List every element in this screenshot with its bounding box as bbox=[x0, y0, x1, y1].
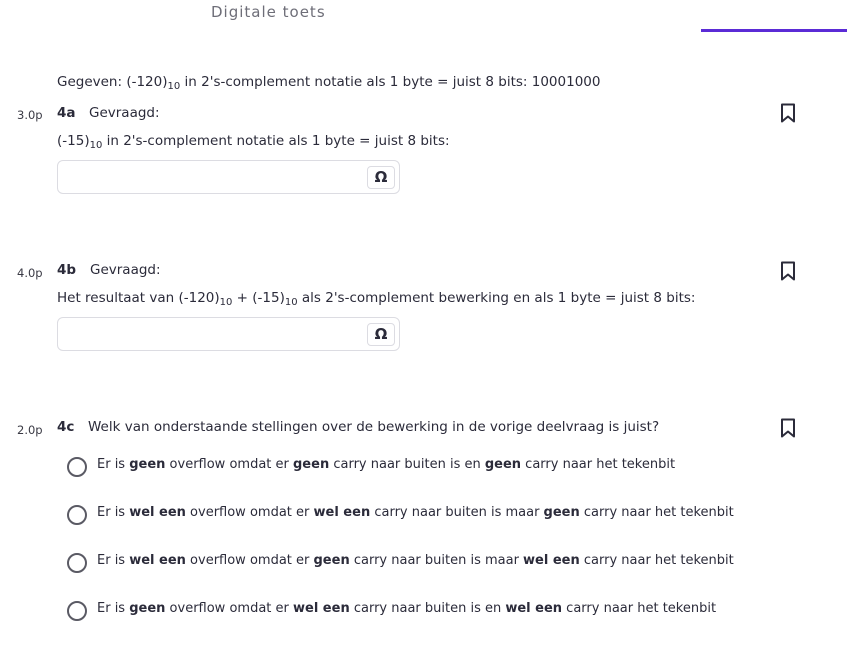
given-statement: Gegeven: (-120)10 in 2's-complement nota… bbox=[57, 74, 600, 92]
question-4a-text: (-15)10 in 2's-complement notatie als 1 … bbox=[57, 133, 450, 151]
question-4b-text-part3: als 2's-complement bewerking en als 1 by… bbox=[297, 290, 696, 306]
question-4b-number: 4b bbox=[57, 262, 77, 278]
option-text: carry naar buiten is en bbox=[329, 457, 485, 472]
option-text: Er is bbox=[97, 553, 130, 568]
answer-option-label: Er is wel een overflow omdat er geen car… bbox=[97, 553, 734, 568]
option-text: overflow omdat er bbox=[185, 505, 314, 520]
question-4b-heading: Gevraagd: bbox=[90, 262, 161, 278]
page-title: Digitale toets bbox=[211, 3, 326, 21]
option-text: overflow omdat er bbox=[165, 601, 293, 616]
given-suffix: in 2's-complement notatie als 1 byte = j… bbox=[180, 74, 601, 90]
option-text: carry naar het tekenbit bbox=[521, 457, 676, 472]
special-characters-button[interactable]: Ω bbox=[367, 323, 395, 346]
question-4b-text-subscript2: 10 bbox=[284, 297, 298, 308]
emphasized-text: geen bbox=[129, 457, 166, 472]
option-text: carry naar buiten is en bbox=[349, 601, 506, 616]
option-text: Er is bbox=[97, 601, 130, 616]
question-4a-heading: Gevraagd: bbox=[89, 105, 160, 121]
question-4a-text-suffix: in 2's-complement notatie als 1 byte = j… bbox=[102, 133, 450, 149]
special-characters-button[interactable]: Ω bbox=[367, 166, 395, 189]
bookmark-icon[interactable] bbox=[780, 103, 796, 123]
emphasized-text: geen bbox=[484, 457, 522, 472]
emphasized-text: wel een bbox=[523, 553, 580, 568]
question-4c-number: 4c bbox=[57, 419, 75, 435]
option-text: carry naar het tekenbit bbox=[562, 601, 717, 616]
option-text: carry naar het tekenbit bbox=[579, 505, 734, 520]
given-prefix: Gegeven: (-120) bbox=[57, 74, 168, 90]
question-4a-number: 4a bbox=[57, 105, 76, 121]
active-tab-indicator bbox=[701, 29, 847, 32]
emphasized-text: geen bbox=[313, 553, 350, 568]
answer-option-label: Er is wel een overflow omdat er wel een … bbox=[97, 505, 734, 520]
option-text: carry naar buiten is maar bbox=[370, 505, 544, 520]
emphasized-text: wel een bbox=[313, 505, 371, 520]
option-text: Er is bbox=[97, 457, 130, 472]
emphasized-text: geen bbox=[293, 457, 330, 472]
emphasized-text: wel een bbox=[129, 505, 186, 520]
answer-option-label: Er is geen overflow omdat er wel een car… bbox=[97, 601, 716, 616]
answer-input-4a[interactable]: Ω bbox=[57, 160, 400, 194]
radio-button[interactable] bbox=[67, 457, 87, 477]
question-4c-heading: Welk van onderstaande stellingen over de… bbox=[88, 419, 660, 435]
option-text: overflow omdat er bbox=[185, 553, 314, 568]
radio-button[interactable] bbox=[67, 505, 87, 525]
question-4b-points: 4.0p bbox=[17, 266, 43, 280]
bookmark-icon[interactable] bbox=[780, 261, 796, 281]
emphasized-text: wel een bbox=[129, 553, 186, 568]
question-4b-text-subscript1: 10 bbox=[219, 297, 233, 308]
bookmark-icon[interactable] bbox=[780, 418, 796, 438]
option-text: Er is bbox=[97, 505, 130, 520]
question-4b-text: Het resultaat van (-120)10 + (-15)10 als… bbox=[57, 290, 695, 308]
emphasized-text: geen bbox=[129, 601, 166, 616]
question-4a-text-prefix: (-15) bbox=[57, 133, 90, 149]
question-4a-text-subscript: 10 bbox=[89, 140, 103, 151]
question-4a-points: 3.0p bbox=[17, 108, 43, 122]
answer-input-4b[interactable]: Ω bbox=[57, 317, 400, 351]
given-subscript: 10 bbox=[167, 81, 181, 92]
question-4b-text-part1: Het resultaat van (-120) bbox=[57, 290, 220, 306]
emphasized-text: wel een bbox=[293, 601, 350, 616]
option-text: carry naar buiten is maar bbox=[349, 553, 524, 568]
answer-option-label: Er is geen overflow omdat er geen carry … bbox=[97, 457, 675, 472]
emphasized-text: wel een bbox=[505, 601, 563, 616]
radio-button[interactable] bbox=[67, 553, 87, 573]
option-text: carry naar het tekenbit bbox=[579, 553, 734, 568]
radio-button[interactable] bbox=[67, 601, 87, 621]
emphasized-text: geen bbox=[543, 505, 580, 520]
option-text: overflow omdat er bbox=[165, 457, 293, 472]
question-4b-text-part2: + (-15) bbox=[232, 290, 285, 306]
question-4c-points: 2.0p bbox=[17, 423, 43, 437]
